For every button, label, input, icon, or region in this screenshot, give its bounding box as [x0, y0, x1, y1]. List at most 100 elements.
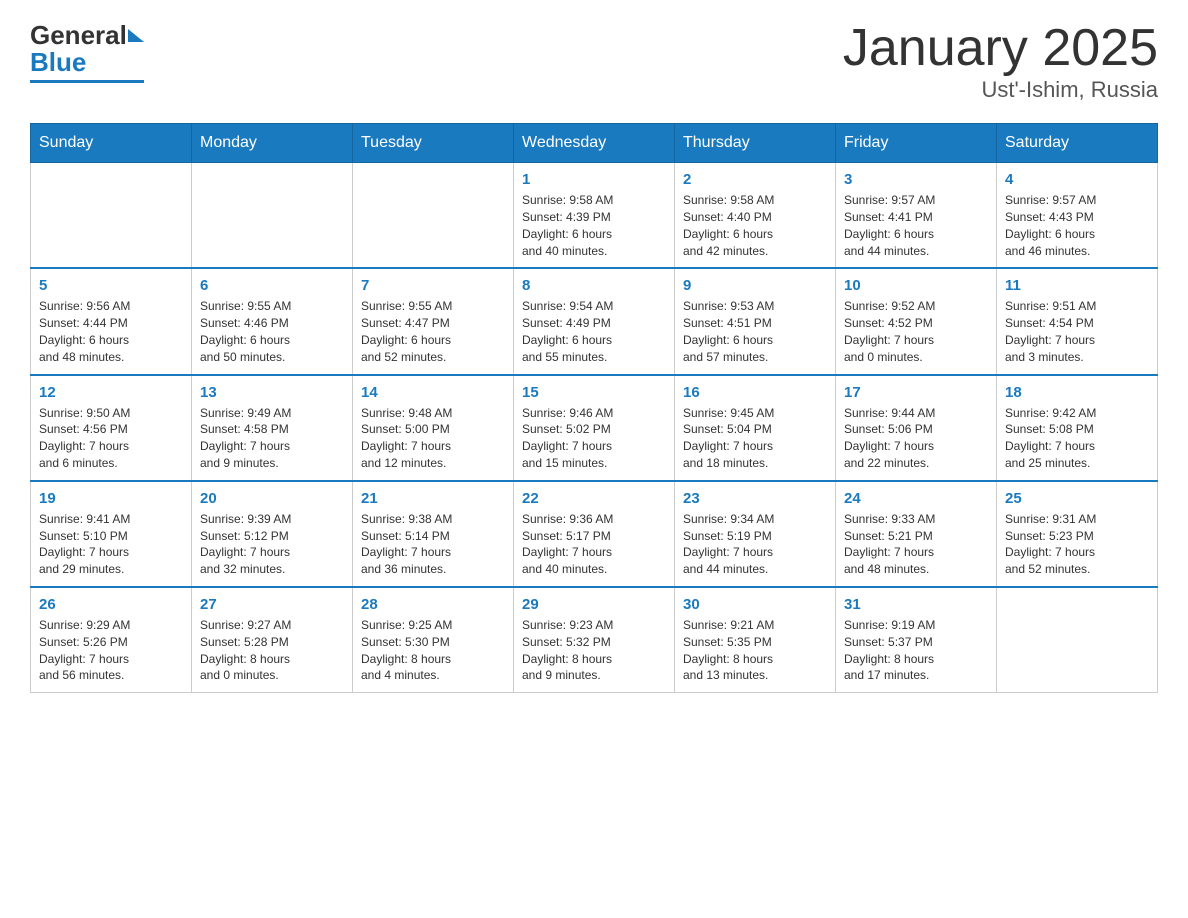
day-number: 26 [39, 596, 183, 613]
calendar-subtitle: Ust'-Ishim, Russia [843, 77, 1158, 103]
day-info: Sunrise: 9:48 AMSunset: 5:00 PMDaylight:… [361, 405, 505, 472]
day-number: 19 [39, 490, 183, 507]
day-info: Sunrise: 9:51 AMSunset: 4:54 PMDaylight:… [1005, 298, 1149, 365]
day-number: 4 [1005, 171, 1149, 188]
day-number: 16 [683, 384, 827, 401]
day-number: 28 [361, 596, 505, 613]
day-number: 31 [844, 596, 988, 613]
calendar-week-row: 26 Sunrise: 9:29 AMSunset: 5:26 PMDayligh… [31, 587, 1158, 693]
calendar-week-row: 1 Sunrise: 9:58 AMSunset: 4:39 PMDaylight… [31, 163, 1158, 269]
calendar-cell: 27 Sunrise: 9:27 AMSunset: 5:28 PMDayligh… [192, 587, 353, 693]
calendar-cell: 21 Sunrise: 9:38 AMSunset: 5:14 PMDayligh… [353, 481, 514, 587]
day-info: Sunrise: 9:34 AMSunset: 5:19 PMDaylight:… [683, 511, 827, 578]
day-info: Sunrise: 9:57 AMSunset: 4:43 PMDaylight:… [1005, 192, 1149, 259]
day-number: 14 [361, 384, 505, 401]
day-number: 24 [844, 490, 988, 507]
logo-arrow-icon [128, 29, 144, 42]
day-number: 13 [200, 384, 344, 401]
day-number: 15 [522, 384, 666, 401]
calendar-cell: 15 Sunrise: 9:46 AMSunset: 5:02 PMDayligh… [514, 375, 675, 481]
day-info: Sunrise: 9:44 AMSunset: 5:06 PMDaylight:… [844, 405, 988, 472]
day-info: Sunrise: 9:54 AMSunset: 4:49 PMDaylight:… [522, 298, 666, 365]
calendar-cell [997, 587, 1158, 693]
day-number: 30 [683, 596, 827, 613]
calendar-day-header: Monday [192, 124, 353, 163]
calendar-cell: 9Sunrise: 9:53 AMSunset: 4:51 PMDaylight… [675, 268, 836, 374]
day-number: 17 [844, 384, 988, 401]
logo-blue-text: Blue [30, 47, 86, 78]
calendar-title-area: January 2025 Ust'-Ishim, Russia [843, 20, 1158, 103]
day-number: 27 [200, 596, 344, 613]
calendar-week-row: 19Sunrise: 9:41 AMSunset: 5:10 PMDayligh… [31, 481, 1158, 587]
day-info: Sunrise: 9:27 AMSunset: 5:28 PMDaylight:… [200, 617, 344, 684]
day-info: Sunrise: 9:38 AMSunset: 5:14 PMDaylight:… [361, 511, 505, 578]
calendar-cell: 28 Sunrise: 9:25 AMSunset: 5:30 PMDayligh… [353, 587, 514, 693]
calendar-cell: 8 Sunrise: 9:54 AMSunset: 4:49 PMDaylight… [514, 268, 675, 374]
day-number: 5 [39, 277, 183, 294]
calendar-cell: 19Sunrise: 9:41 AMSunset: 5:10 PMDayligh… [31, 481, 192, 587]
day-number: 23 [683, 490, 827, 507]
calendar-cell: 29 Sunrise: 9:23 AMSunset: 5:32 PMDayligh… [514, 587, 675, 693]
day-number: 8 [522, 277, 666, 294]
calendar-cell [31, 163, 192, 269]
calendar-cell: 3Sunrise: 9:57 AMSunset: 4:41 PMDaylight… [836, 163, 997, 269]
day-info: Sunrise: 9:46 AMSunset: 5:02 PMDaylight:… [522, 405, 666, 472]
calendar-day-header: Sunday [31, 124, 192, 163]
calendar-title: January 2025 [843, 20, 1158, 77]
calendar-cell: 10 Sunrise: 9:52 AMSunset: 4:52 PMDayligh… [836, 268, 997, 374]
day-info: Sunrise: 9:19 AMSunset: 5:37 PMDaylight:… [844, 617, 988, 684]
calendar-cell: 4 Sunrise: 9:57 AMSunset: 4:43 PMDaylight… [997, 163, 1158, 269]
calendar-cell [192, 163, 353, 269]
calendar-day-header: Saturday [997, 124, 1158, 163]
calendar-day-header: Thursday [675, 124, 836, 163]
calendar-cell: 20Sunrise: 9:39 AMSunset: 5:12 PMDayligh… [192, 481, 353, 587]
calendar-week-row: 5 Sunrise: 9:56 AMSunset: 4:44 PMDaylight… [31, 268, 1158, 374]
day-number: 12 [39, 384, 183, 401]
day-info: Sunrise: 9:33 AMSunset: 5:21 PMDaylight:… [844, 511, 988, 578]
calendar-cell: 16Sunrise: 9:45 AMSunset: 5:04 PMDayligh… [675, 375, 836, 481]
day-info: Sunrise: 9:55 AMSunset: 4:46 PMDaylight:… [200, 298, 344, 365]
day-number: 7 [361, 277, 505, 294]
day-number: 20 [200, 490, 344, 507]
day-info: Sunrise: 9:58 AMSunset: 4:39 PMDaylight:… [522, 192, 666, 259]
day-info: Sunrise: 9:49 AMSunset: 4:58 PMDaylight:… [200, 405, 344, 472]
day-number: 29 [522, 596, 666, 613]
day-info: Sunrise: 9:36 AMSunset: 5:17 PMDaylight:… [522, 511, 666, 578]
calendar-week-row: 12 Sunrise: 9:50 AMSunset: 4:56 PMDayligh… [31, 375, 1158, 481]
day-number: 1 [522, 171, 666, 188]
calendar-cell [353, 163, 514, 269]
day-info: Sunrise: 9:55 AMSunset: 4:47 PMDaylight:… [361, 298, 505, 365]
logo-underline [30, 80, 144, 83]
calendar-cell: 13 Sunrise: 9:49 AMSunset: 4:58 PMDayligh… [192, 375, 353, 481]
day-number: 21 [361, 490, 505, 507]
logo: General Blue [30, 20, 144, 83]
calendar-cell: 12 Sunrise: 9:50 AMSunset: 4:56 PMDayligh… [31, 375, 192, 481]
calendar-cell: 1 Sunrise: 9:58 AMSunset: 4:39 PMDaylight… [514, 163, 675, 269]
day-number: 11 [1005, 277, 1149, 294]
calendar-cell: 22Sunrise: 9:36 AMSunset: 5:17 PMDayligh… [514, 481, 675, 587]
calendar-cell: 6Sunrise: 9:55 AMSunset: 4:46 PMDaylight… [192, 268, 353, 374]
day-info: Sunrise: 9:42 AMSunset: 5:08 PMDaylight:… [1005, 405, 1149, 472]
calendar-cell: 25Sunrise: 9:31 AMSunset: 5:23 PMDayligh… [997, 481, 1158, 587]
day-number: 18 [1005, 384, 1149, 401]
day-info: Sunrise: 9:50 AMSunset: 4:56 PMDaylight:… [39, 405, 183, 472]
calendar-cell: 23 Sunrise: 9:34 AMSunset: 5:19 PMDayligh… [675, 481, 836, 587]
day-number: 3 [844, 171, 988, 188]
calendar-cell: 17 Sunrise: 9:44 AMSunset: 5:06 PMDayligh… [836, 375, 997, 481]
day-info: Sunrise: 9:25 AMSunset: 5:30 PMDaylight:… [361, 617, 505, 684]
day-info: Sunrise: 9:52 AMSunset: 4:52 PMDaylight:… [844, 298, 988, 365]
calendar-header-row: SundayMondayTuesdayWednesdayThursdayFrid… [31, 124, 1158, 163]
day-number: 10 [844, 277, 988, 294]
calendar-cell: 31 Sunrise: 9:19 AMSunset: 5:37 PMDayligh… [836, 587, 997, 693]
day-info: Sunrise: 9:58 AMSunset: 4:40 PMDaylight:… [683, 192, 827, 259]
calendar-day-header: Friday [836, 124, 997, 163]
day-info: Sunrise: 9:29 AMSunset: 5:26 PMDaylight:… [39, 617, 183, 684]
day-info: Sunrise: 9:23 AMSunset: 5:32 PMDaylight:… [522, 617, 666, 684]
calendar-cell: 30Sunrise: 9:21 AMSunset: 5:35 PMDayligh… [675, 587, 836, 693]
calendar-cell: 5 Sunrise: 9:56 AMSunset: 4:44 PMDaylight… [31, 268, 192, 374]
calendar-cell: 7 Sunrise: 9:55 AMSunset: 4:47 PMDaylight… [353, 268, 514, 374]
calendar-cell: 18 Sunrise: 9:42 AMSunset: 5:08 PMDayligh… [997, 375, 1158, 481]
page-header: General Blue January 2025 Ust'-Ishim, Ru… [30, 20, 1158, 103]
day-info: Sunrise: 9:56 AMSunset: 4:44 PMDaylight:… [39, 298, 183, 365]
calendar-cell: 2Sunrise: 9:58 AMSunset: 4:40 PMDaylight… [675, 163, 836, 269]
